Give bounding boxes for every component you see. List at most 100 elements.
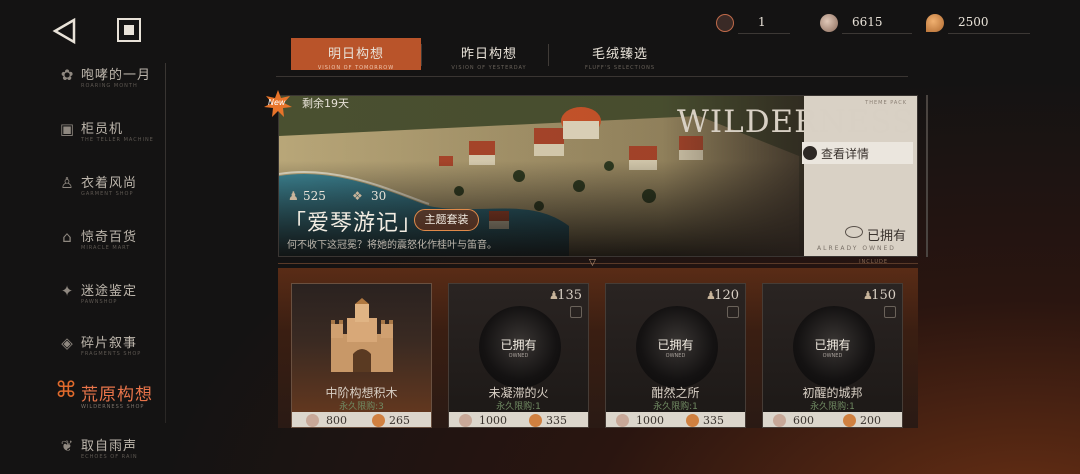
sidebar-item-label: 衣着风尚 <box>81 176 138 191</box>
shell-icon <box>616 414 629 427</box>
stat-item-count: 30 <box>371 189 387 203</box>
item-card-awakened-city[interactable]: ♟ 150 已拥有 OWNED 初醒的城邦 永久限购:1 600 200 <box>762 283 903 428</box>
owned-sub: OWNED <box>508 353 529 359</box>
item-card-mid-construct-blocks[interactable]: 中阶构想积木 永久限购:3 800 265 <box>291 283 432 428</box>
owned-label: 已拥有 <box>814 338 851 352</box>
item-construct-value: 135 <box>557 288 582 303</box>
sidebar-item-label: 取自雨声 <box>81 439 138 454</box>
rain-icon: ❦ <box>60 437 74 455</box>
castle-blocks-icon <box>331 298 393 372</box>
price-leaf: 335 <box>546 414 567 427</box>
currency-leaf-coin[interactable]: 2500 <box>926 14 1030 34</box>
included-items-panel: 中阶构想积木 永久限购:3 800 265 ♟ 135 已拥有 OWNED 未凝… <box>278 268 918 428</box>
card-price-bar: 1000 335 <box>449 412 588 427</box>
sidebar-item-wilderness-shop[interactable]: ⌘ 荒原构想 WILDERNESS SHOP <box>52 380 217 428</box>
pack-name: 「爱琴游记」 <box>284 211 423 236</box>
sidebar-item-sub: GARMENT SHOP <box>81 191 134 197</box>
card-price-bar: 600 200 <box>763 412 902 427</box>
item-construct-value: 150 <box>871 288 896 303</box>
sidebar-item-fragments-shop[interactable]: ◈ 碎片叙事 FRAGMENTS SHOP <box>52 330 217 378</box>
owned-sub: OWNED <box>822 353 843 359</box>
sidebar-item-sub: FRAGMENTS SHOP <box>81 351 142 357</box>
pack-description: 何不收下这冠冕？将她的震怒化作桂叶与笛音。 <box>287 240 497 251</box>
currency-shell[interactable]: 6615 <box>820 14 912 34</box>
card-price-bar: 1000 335 <box>606 412 745 427</box>
card-price-bar: 800 265 <box>292 412 431 427</box>
banner-scrollbar[interactable] <box>926 95 928 257</box>
item-card-unstilled-fire[interactable]: ♟ 135 已拥有 OWNED 未凝滞的火 永久限购:1 1000 335 <box>448 283 589 428</box>
purchase-limit: 永久限购:1 <box>653 402 698 412</box>
tab-sub: FLUFF'S SELECTIONS <box>584 65 656 71</box>
leaf-coin-icon <box>926 14 944 32</box>
price-shell: 800 <box>326 414 347 427</box>
already-owned-sub: ALREADY OWNED <box>817 245 896 252</box>
back-button[interactable] <box>52 17 78 45</box>
chevron-down-icon: ▽ <box>589 258 596 268</box>
tab-fluffs-selections[interactable]: 毛绒臻选 FLUFF'S SELECTIONS <box>555 38 685 71</box>
sidebar-item-roaring-month[interactable]: ✿ 咆哮的一月 ROARING MONTH <box>52 62 217 110</box>
price-shell: 600 <box>793 414 814 427</box>
owned-label: 已拥有 <box>500 338 537 352</box>
shell-icon <box>773 414 786 427</box>
price-leaf: 265 <box>389 414 410 427</box>
sidebar-item-sub: PAWNSHOP <box>81 299 118 305</box>
new-badge-text: New <box>268 98 286 107</box>
shell-icon <box>306 414 319 427</box>
eye-icon <box>802 145 818 161</box>
include-label: INCLUDE <box>859 259 888 265</box>
sidebar-item-sub: ROARING MONTH <box>81 83 138 89</box>
tab-underline <box>276 76 908 77</box>
theme-pack-label: THEME PACK <box>865 100 907 106</box>
mart-icon: ⌂ <box>62 228 72 246</box>
fragment-icon: ◈ <box>61 334 73 352</box>
teller-icon: ▣ <box>59 120 75 138</box>
currency-ticket[interactable]: 1 <box>716 14 790 34</box>
shell-icon <box>459 414 472 427</box>
sidebar-item-label: 碎片叙事 <box>81 336 138 351</box>
cube-icon <box>727 306 739 318</box>
back-triangle-icon <box>52 17 76 45</box>
view-details-button[interactable]: 查看详情 <box>802 142 913 164</box>
item-card-cozy-place[interactable]: ♟ 120 已拥有 OWNED 酣然之所 永久限购:1 1000 335 <box>605 283 746 428</box>
sidebar-item-sub: MIRACLE MART <box>81 245 131 251</box>
tab-vision-of-yesterday[interactable]: 昨日构想 VISION OF YESTERDAY <box>424 38 554 71</box>
wilderness-icon: ⌘ <box>55 378 77 403</box>
pawn-icon: ✦ <box>60 282 74 300</box>
banner-title-art: WILDERNESS <box>677 104 915 140</box>
price-shell: 1000 <box>479 414 507 427</box>
purchase-limit: 永久限购:3 <box>339 402 384 412</box>
tab-label: 昨日构想 <box>460 47 517 62</box>
clothes-icon: ♙ <box>60 174 74 192</box>
owned-label: 已拥有 <box>657 338 694 352</box>
sidebar: ✿ 咆哮的一月 ROARING MONTH ▣ 柜员机 THE TELLER M… <box>0 52 220 474</box>
tab-label: 毛绒臻选 <box>591 47 648 62</box>
tab-vision-of-tomorrow[interactable]: 明日构想 VISION OF TOMORROW <box>291 38 421 71</box>
cube-icon <box>570 306 582 318</box>
shell-icon <box>820 14 838 32</box>
view-details-label: 查看详情 <box>821 147 870 161</box>
purchase-limit: 永久限购:1 <box>496 402 541 412</box>
sidebar-item-miracle-mart[interactable]: ⌂ 惊奇百货 MIRACLE MART <box>52 224 217 272</box>
coin-stack-icon <box>845 226 863 238</box>
sidebar-item-teller-machine[interactable]: ▣ 柜员机 THE TELLER MACHINE <box>52 116 217 164</box>
sidebar-item-echoes-of-rain[interactable]: ❦ 取自雨声 ECHOES OF RAIN <box>52 433 217 474</box>
leaf-coin-icon <box>843 414 856 427</box>
days-left: 剩余19天 <box>302 97 349 110</box>
tab-sub: VISION OF YESTERDAY <box>451 65 527 71</box>
paw-icon: ✿ <box>60 66 74 84</box>
tab-label: 明日构想 <box>327 47 384 62</box>
sidebar-item-garment-shop[interactable]: ♙ 衣着风尚 GARMENT SHOP <box>52 170 217 218</box>
ticket-icon <box>716 14 734 32</box>
price-leaf: 200 <box>860 414 881 427</box>
purchase-limit: 永久限购:1 <box>810 402 855 412</box>
sidebar-item-sub: WILDERNESS SHOP <box>81 404 145 410</box>
leaf-coin-icon <box>686 414 699 427</box>
sidebar-item-label: 荒原构想 <box>81 385 153 405</box>
sidebar-item-sub: ECHOES OF RAIN <box>81 454 138 460</box>
price-leaf: 335 <box>703 414 724 427</box>
already-owned-label: 已拥有 <box>867 229 907 244</box>
tab-divider <box>421 44 422 66</box>
home-square-icon[interactable] <box>117 18 141 42</box>
leaf-coin-icon <box>372 414 385 427</box>
sidebar-item-pawnshop[interactable]: ✦ 迷途鉴定 PAWNSHOP <box>52 278 217 326</box>
